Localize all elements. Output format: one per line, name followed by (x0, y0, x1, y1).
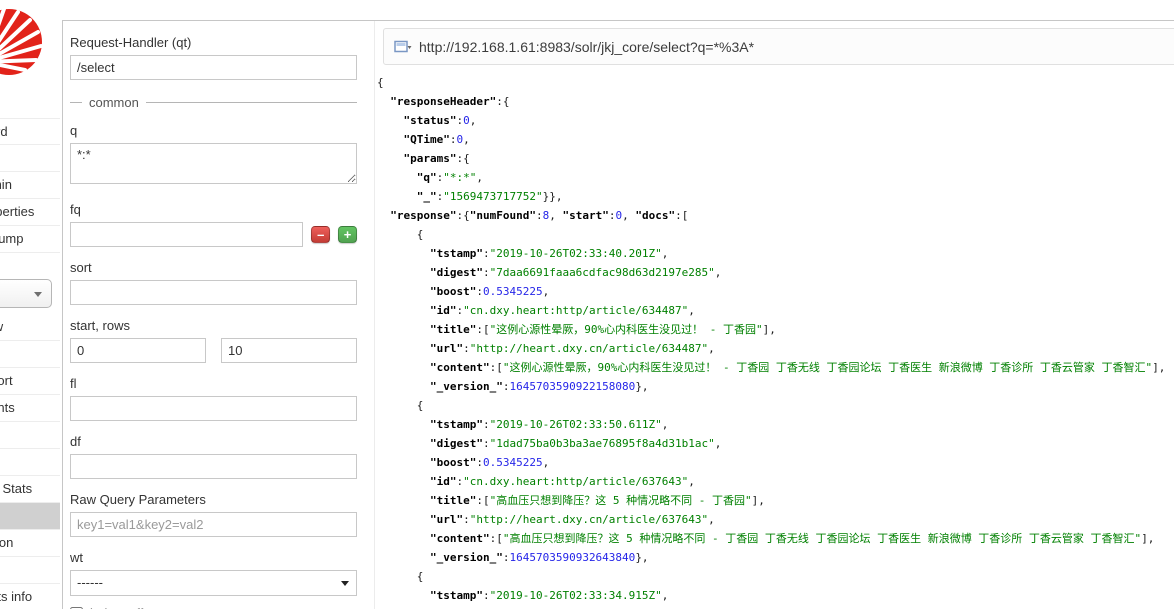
raw-query-params-label: Raw Query Parameters (70, 492, 206, 507)
red-fan-logo (0, 7, 43, 75)
sidebar-item-segments-info[interactable]: Segments info (0, 584, 60, 609)
sidebar-item-overview[interactable]: Overview (0, 314, 60, 341)
start-input[interactable] (70, 338, 206, 363)
query-form-column: Request-Handler (qt) common q *:* fq – +… (63, 21, 375, 609)
q-textarea[interactable]: *:* (70, 143, 357, 184)
sidebar-item-logging[interactable]: Logging (0, 145, 60, 172)
df-label: df (70, 434, 81, 449)
json-line: "url":"http://heart.dxy.cn/article/63764… (429, 513, 715, 526)
json-line: "id":"cn.dxy.heart:http/article/634487", (429, 304, 695, 317)
select-arrow-icon (341, 581, 349, 586)
sidebar-item-query[interactable]: Query (0, 503, 60, 530)
json-line: "digest":"1dad75ba0b3ba3ae76895f8a4d31b1… (429, 437, 722, 450)
json-line: { (377, 399, 424, 412)
sidebar-item-thread-dump[interactable]: Thread Dump (0, 226, 60, 253)
add-fq-button[interactable]: + (338, 226, 357, 243)
wt-label: wt (70, 550, 83, 565)
sidebar-item-dashboard[interactable]: Dashboard (0, 118, 60, 145)
json-line: "tstamp":"2019-10-26T02:33:40.201Z", (429, 247, 669, 260)
sidebar: Dashboard Logging Core Admin Java Proper… (0, 0, 60, 609)
solr-query-page: Dashboard Logging Core Admin Java Proper… (0, 0, 1174, 609)
df-input[interactable] (70, 454, 357, 479)
json-line: "tstamp":"2019-10-26T02:33:34.915Z", (429, 589, 669, 602)
raw-query-params-input[interactable] (70, 512, 357, 537)
sort-label: sort (70, 260, 92, 275)
sidebar-item-ping[interactable]: Ping (0, 449, 60, 476)
json-line: "_version_":1645703590922158080}, (429, 380, 649, 393)
json-line: "_":"1569473717752"}}, (416, 190, 563, 203)
sidebar-item-replication[interactable]: Replication (0, 530, 60, 557)
request-url-link[interactable]: http://192.168.1.61:8983/solr/jkj_core/s… (419, 39, 754, 55)
fq-input[interactable] (70, 222, 304, 247)
core-menu: Overview Analysis Dataimport Documents F… (0, 314, 60, 609)
json-line: "id":"cn.dxy.heart:http/article/637643", (429, 475, 695, 488)
common-section-legend: common (70, 95, 357, 110)
sidebar-item-files[interactable]: Files (0, 422, 60, 449)
json-line: { (377, 228, 424, 241)
json-line: "digest":"7daa6691faaa6cdfac98d63d2197e2… (429, 266, 722, 279)
fl-input[interactable] (70, 396, 357, 421)
sidebar-item-java-properties[interactable]: Java Properties (0, 199, 60, 226)
remove-fq-button[interactable]: – (311, 226, 331, 243)
json-line: "content":["高血压只想到降压？这 5 种情况略不同 - 丁香园 丁香… (429, 532, 1155, 545)
q-label: q (70, 123, 78, 138)
json-line: "response":{"numFound":8, "start":0, "do… (390, 209, 689, 222)
json-line: "tstamp":"2019-10-26T02:33:50.611Z", (429, 418, 669, 431)
sidebar-item-schema[interactable]: Schema (0, 557, 60, 584)
fl-label: fl (70, 376, 77, 391)
rows-input[interactable] (221, 338, 357, 363)
json-line: "QTime":0, (403, 133, 470, 146)
json-line: "status":0, (403, 114, 477, 127)
json-line: { (377, 570, 424, 583)
json-response: { "responseHeader":{ "status":0, "QTime"… (377, 73, 1174, 609)
json-line: "url":"http://heart.dxy.cn/article/63448… (429, 342, 715, 355)
sidebar-item-analysis[interactable]: Analysis (0, 341, 60, 368)
url-link-icon[interactable] (394, 40, 412, 54)
json-line: "q":"*:*", (416, 171, 483, 184)
json-line: "content":["这例心源性晕厥，90%心内科医生没见过！ - 丁香园 丁… (429, 361, 1166, 374)
fq-label: fq (70, 202, 81, 217)
core-selector-dropdown[interactable] (0, 279, 52, 308)
json-line: "_version_":1645703590932643840}, (429, 551, 649, 564)
request-handler-input[interactable] (70, 55, 357, 80)
json-line: "boost":0.5345225, (429, 456, 550, 469)
start-rows-label: start, rows (70, 318, 130, 333)
wt-select[interactable]: ------ (70, 570, 357, 596)
sidebar-item-core-admin[interactable]: Core Admin (0, 172, 60, 199)
request-handler-label: Request-Handler (qt) (70, 35, 192, 50)
json-line: "params":{ (403, 152, 470, 165)
json-line: "responseHeader":{ (390, 95, 510, 108)
json-line: "boost":0.5345225, (429, 285, 550, 298)
json-line: "title":["高血压只想到降压？这 5 种情况略不同 - 丁香园"], (429, 494, 765, 507)
json-line: "title":["这例心源性晕厥，90%心内科医生没见过！ - 丁香园"], (429, 323, 776, 336)
sidebar-item-documents[interactable]: Documents (0, 395, 60, 422)
chevron-down-icon (34, 292, 42, 297)
sort-input[interactable] (70, 280, 357, 305)
admin-menu: Dashboard Logging Core Admin Java Proper… (0, 118, 60, 253)
json-line: { (377, 76, 384, 89)
sidebar-item-dataimport[interactable]: Dataimport (0, 368, 60, 395)
sidebar-item-plugins-stats[interactable]: Plugins / Stats (0, 476, 60, 503)
url-bar: http://192.168.1.61:8983/solr/jkj_core/s… (383, 28, 1174, 65)
